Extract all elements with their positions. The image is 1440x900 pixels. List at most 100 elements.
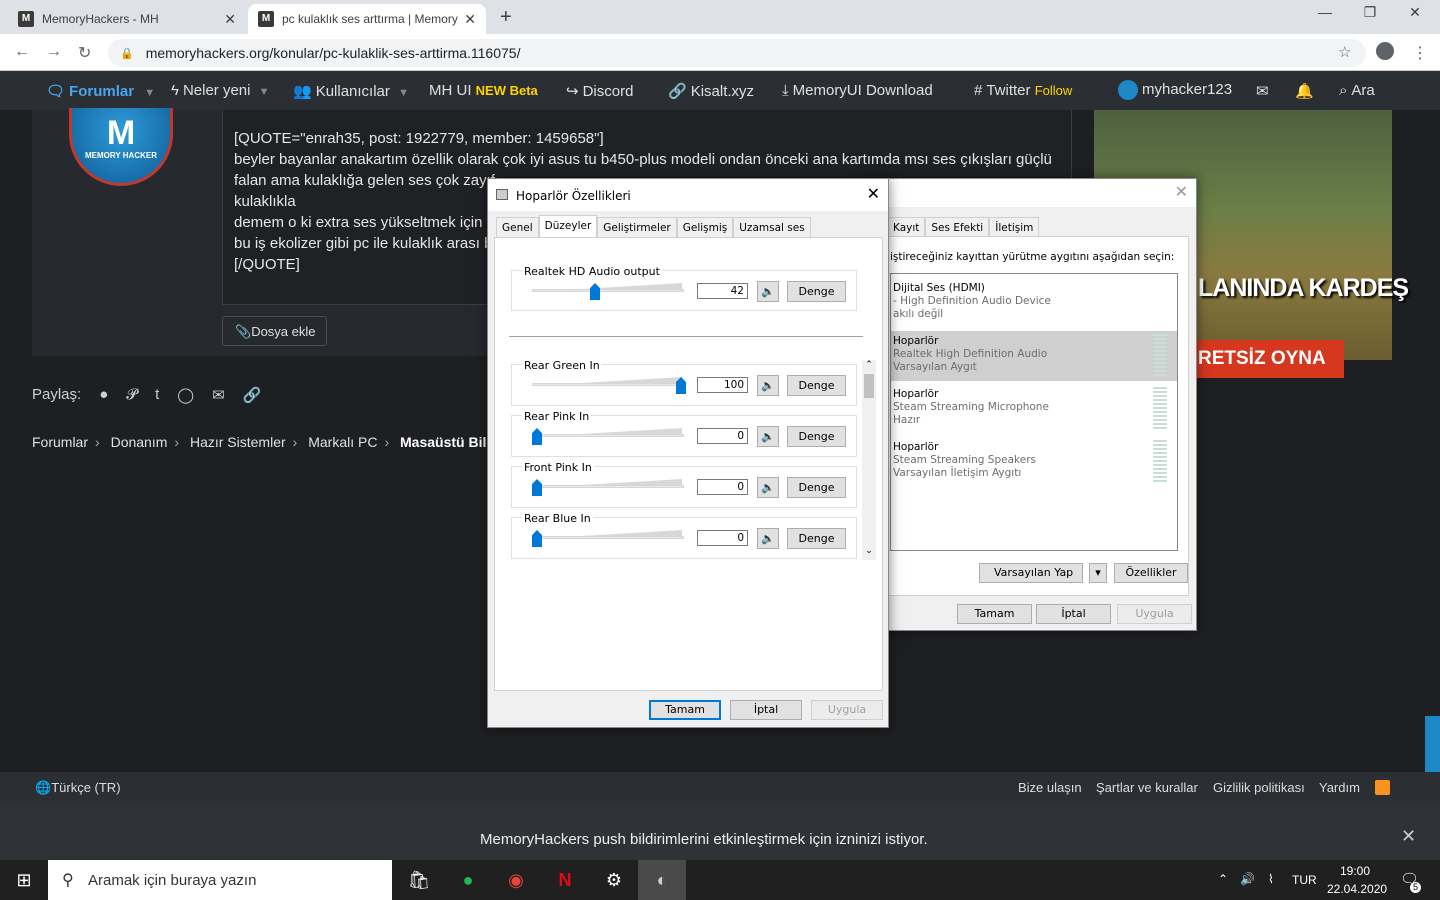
url-bar[interactable]: 🔒 memoryhackers.org/konular/pc-kulaklik-… (108, 39, 1366, 67)
level-value[interactable]: 0 (697, 530, 748, 546)
tab-genel[interactable]: Genel (496, 217, 539, 238)
link-icon[interactable]: 🔗 (243, 386, 262, 404)
set-default-dropdown-chevron-icon[interactable]: ▾ (1089, 563, 1107, 583)
nav-kisalt[interactable]: 🔗 Kisalt.xyz (668, 82, 754, 100)
reddit-icon[interactable]: ● (99, 386, 108, 404)
tumblr-icon[interactable]: t (155, 386, 159, 404)
nav-user[interactable]: myhacker123 (1118, 80, 1232, 100)
device-item[interactable]: Hoparlör Steam Streaming Speakers Varsay… (891, 437, 1177, 487)
scrollbar-thumb[interactable] (864, 374, 874, 398)
chevron-down-icon[interactable]: ▼ (144, 87, 155, 99)
balance-button[interactable]: Denge (787, 477, 846, 498)
ad-cta-button[interactable]: RETSİZ OYNA (1194, 340, 1344, 378)
bookmark-star-icon[interactable]: ☆ (1338, 43, 1351, 61)
balance-button[interactable]: Denge (787, 528, 846, 549)
scroll-down-chevron-icon[interactable]: ⌄ (862, 546, 876, 556)
input-language[interactable]: TUR (1292, 873, 1317, 887)
cancel-button[interactable]: İptal (1036, 604, 1111, 624)
balance-button[interactable]: Denge (787, 375, 846, 396)
nav-mh-ui[interactable]: MH UI NEW Beta (429, 82, 538, 99)
nav-discord[interactable]: ↪ Discord (566, 82, 633, 100)
tab-duzeyler[interactable]: Düzeyler (538, 215, 598, 238)
nav-kullanicilar[interactable]: 👥 Kullanıcılar ▼ (293, 82, 409, 100)
device-item[interactable]: Hoparlör Steam Streaming Microphone Hazı… (891, 384, 1177, 434)
taskbar-search-input[interactable]: ⚲ Aramak için buraya yazın (48, 860, 392, 900)
level-value[interactable]: 42 (697, 283, 748, 299)
sound-app-icon[interactable]: ◐ (638, 860, 686, 900)
language-selector[interactable]: 🌐Türkçe (TR) (35, 780, 121, 796)
device-item[interactable]: Dijital Ses (HDMI) - High Definition Aud… (891, 278, 1177, 328)
volume-slider[interactable] (532, 479, 684, 496)
chevron-down-icon[interactable]: ▼ (398, 87, 409, 99)
footer-link[interactable]: Gizlilik politikası (1213, 780, 1305, 795)
email-icon[interactable]: ✉ (212, 386, 225, 404)
nav-forumlar[interactable]: 🗨 Forumlar ▼ (46, 82, 155, 100)
mute-speaker-icon[interactable]: 🔈 (757, 477, 779, 498)
footer-link[interactable]: Yardım (1319, 780, 1360, 795)
footer-link[interactable]: Bize ulaşın (1018, 780, 1082, 795)
tab-gelismis[interactable]: Gelişmiş (676, 217, 734, 238)
clock-time[interactable]: 19:00 (1340, 864, 1370, 878)
netflix-icon[interactable]: N (541, 860, 589, 900)
chrome-icon[interactable]: ◉ (492, 860, 540, 900)
ok-button[interactable]: Tamam (649, 700, 721, 720)
breadcrumb-item[interactable]: Forumlar (32, 434, 88, 450)
balance-button[interactable]: Denge (787, 426, 846, 447)
clock-date[interactable]: 22.04.2020 (1327, 882, 1387, 896)
apply-button[interactable]: Uygula (811, 700, 883, 720)
pinterest-icon[interactable]: 𝓟 (126, 386, 137, 404)
set-default-button[interactable]: Varsayılan Yap (979, 563, 1083, 583)
windows-start-icon[interactable]: ⊞ (0, 860, 48, 900)
close-icon[interactable]: ✕ (1175, 182, 1188, 201)
footer-link[interactable]: Şartlar ve kurallar (1096, 780, 1198, 795)
tab-gelistirmeler[interactable]: Geliştirmeler (597, 217, 677, 238)
close-tab-icon[interactable]: ✕ (224, 11, 236, 28)
close-icon[interactable]: ✕ (1401, 826, 1416, 847)
nav-twitter[interactable]: # Twitter Follow (974, 82, 1072, 99)
new-tab-plus-icon[interactable]: + (500, 6, 512, 29)
tab-iletisim[interactable]: İletişim (989, 217, 1040, 238)
tab-kayit[interactable]: Kayıt (887, 217, 926, 238)
breadcrumb-item[interactable]: Markalı PC (308, 434, 377, 450)
volume-icon[interactable]: 🔊 (1240, 872, 1255, 886)
mute-speaker-icon[interactable]: 🔈 (757, 281, 779, 302)
close-window-icon[interactable]: ✕ (1395, 4, 1435, 21)
volume-slider[interactable] (532, 283, 684, 300)
whatsapp-icon[interactable]: ◯ (177, 386, 194, 404)
envelope-icon[interactable]: ✉ (1256, 82, 1269, 100)
browser-tab-1[interactable]: M MemoryHackers - MH ✕ (8, 4, 246, 34)
mute-speaker-icon[interactable]: 🔈 (757, 426, 779, 447)
ok-button[interactable]: Tamam (957, 604, 1032, 624)
level-value[interactable]: 100 (697, 377, 748, 393)
mute-speaker-icon[interactable]: 🔈 (757, 528, 779, 549)
wifi-icon[interactable]: ⌇ (1268, 872, 1274, 886)
rss-icon[interactable] (1375, 780, 1390, 795)
reload-icon[interactable]: ↻ (78, 43, 91, 63)
tab-uzamsal-ses[interactable]: Uzamsal ses (733, 217, 811, 238)
settings-gear-icon[interactable]: ⚙ (590, 860, 638, 900)
tab-ses-efekti[interactable]: Ses Efekti (925, 217, 990, 238)
scroll-up-chevron-icon[interactable]: ⌃ (862, 360, 876, 370)
balance-button[interactable]: Denge (787, 281, 846, 302)
nav-search[interactable]: ⌕ Ara (1339, 82, 1375, 99)
chevron-down-icon[interactable]: ▼ (259, 86, 270, 98)
profile-avatar-icon[interactable] (1376, 42, 1394, 60)
back-arrow-icon[interactable]: ← (14, 43, 30, 61)
menu-dots-icon[interactable]: ⋮ (1412, 43, 1428, 63)
properties-button[interactable]: Özellikler (1114, 563, 1188, 583)
level-value[interactable]: 0 (697, 479, 748, 495)
level-value[interactable]: 0 (697, 428, 748, 444)
breadcrumb-item[interactable]: Hazır Sistemler (190, 434, 286, 450)
forward-arrow-icon[interactable]: → (46, 43, 62, 61)
minimize-icon[interactable]: — (1305, 4, 1345, 20)
attach-file-button[interactable]: 📎Dosya ekle (222, 316, 327, 346)
volume-slider[interactable] (532, 428, 684, 445)
device-item-selected[interactable]: Hoparlör Realtek High Definition Audio V… (891, 331, 1177, 381)
tray-chevron-up-icon[interactable]: ⌃ (1218, 872, 1228, 886)
levels-scrollbar[interactable]: ⌃ ⌄ (862, 360, 876, 560)
nav-neler-yeni[interactable]: ϟ Neler yeni ▼ (171, 82, 270, 99)
breadcrumb-item[interactable]: Donanım (111, 434, 168, 450)
browser-tab-2[interactable]: M pc kulaklık ses arttırma | Memory ✕ (248, 4, 486, 34)
bell-icon[interactable]: 🔔 (1295, 82, 1314, 100)
volume-slider[interactable] (532, 530, 684, 547)
